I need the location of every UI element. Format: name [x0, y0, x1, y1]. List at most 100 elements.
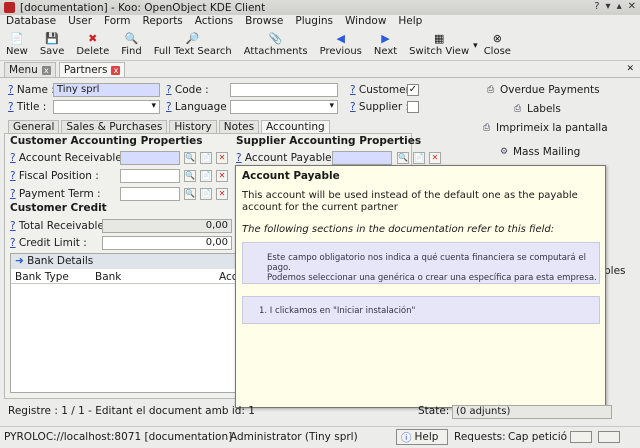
payment-term-input[interactable]	[120, 187, 180, 201]
search-icon[interactable]: 🔍	[397, 152, 409, 164]
language-select[interactable]	[230, 100, 338, 114]
help-link[interactable]: ?	[166, 84, 172, 96]
tab-partners[interactable]: Partners x	[58, 62, 126, 77]
code-input[interactable]	[230, 83, 338, 97]
mail-icon[interactable]	[570, 431, 592, 443]
delete-button[interactable]: ✖ Delete	[76, 29, 109, 58]
full-text-search-button[interactable]: 🔎 Full Text Search	[154, 29, 232, 58]
menu-actions[interactable]: Actions	[195, 15, 233, 29]
search-icon[interactable]: 🔍	[184, 152, 196, 164]
help-link[interactable]: ?	[10, 188, 16, 200]
previous-button[interactable]: ◀ Previous	[320, 29, 362, 58]
clear-icon[interactable]: ✕	[216, 170, 228, 182]
tab-menu[interactable]: Menu x	[4, 62, 56, 77]
attachments-button[interactable]: 📎 Attachments	[244, 29, 308, 58]
menu-reports[interactable]: Reports	[143, 15, 183, 29]
title-label: ? Title :	[8, 101, 47, 113]
menu-database[interactable]: Database	[6, 15, 56, 29]
payment-term-label: ? Payment Term :	[10, 188, 101, 200]
documentation-excerpt[interactable]: Este campo obligatorio nos indica a qué …	[242, 242, 600, 284]
tab-sales-purchases[interactable]: Sales & Purchases	[61, 120, 168, 134]
maximize-icon[interactable]: ▴	[617, 1, 622, 12]
search-icon[interactable]: 🔍	[184, 170, 196, 182]
help-window-icon[interactable]: ?	[594, 1, 599, 12]
help-button[interactable]: ⓘ Help	[396, 429, 448, 445]
new-request-icon[interactable]	[598, 431, 620, 443]
open-icon[interactable]: 📄	[200, 170, 212, 182]
app-icon	[4, 2, 15, 13]
name-input[interactable]: Tiny sprl	[53, 83, 160, 97]
customer-checkbox[interactable]: ✓	[407, 84, 419, 96]
help-link[interactable]: ?	[10, 237, 16, 249]
attachments-count: (0 adjunts)	[452, 405, 612, 419]
open-icon[interactable]: 📄	[413, 152, 425, 164]
expand-icon: ➜	[15, 255, 24, 267]
column-bank[interactable]: Bank	[95, 271, 121, 283]
new-button[interactable]: 📄 New	[6, 29, 28, 58]
documentation-step[interactable]: 1. I clickamos en "Iniciar instalación"	[242, 296, 600, 324]
mass-mailing-button[interactable]: ⚙ Mass Mailing	[500, 146, 580, 158]
credit-limit-input[interactable]: 0,00	[102, 236, 232, 250]
account-payable-label: ? Account Payable :	[236, 152, 339, 164]
menu-plugins[interactable]: Plugins	[295, 15, 333, 29]
arrow-left-icon: ◀	[336, 31, 345, 45]
fiscal-position-label: ? Fiscal Position :	[10, 170, 99, 182]
close-all-tabs-icon[interactable]: ✕	[626, 64, 634, 74]
close-button[interactable]: ⊗ Close	[484, 29, 511, 58]
clear-icon[interactable]: ✕	[429, 152, 441, 164]
current-user: Administrator (Tiny sprl)	[230, 431, 358, 443]
find-button[interactable]: 🔍 Find	[121, 29, 142, 58]
help-link[interactable]: ?	[10, 152, 16, 164]
tab-general[interactable]: General	[8, 120, 60, 134]
menu-user[interactable]: User	[68, 15, 92, 29]
field-help-tooltip: Account Payable This account will be use…	[235, 165, 606, 408]
labels-button[interactable]: ⎙ Labels	[514, 103, 561, 115]
help-link[interactable]: ?	[350, 101, 356, 113]
supplier-checkbox[interactable]	[407, 101, 419, 113]
fiscal-position-input[interactable]	[120, 169, 180, 183]
close-tab-icon[interactable]: x	[41, 65, 51, 75]
menu-browse[interactable]: Browse	[245, 15, 283, 29]
title-select[interactable]	[53, 100, 160, 114]
help-link[interactable]: ?	[10, 220, 16, 232]
account-receivable-input[interactable]	[120, 151, 180, 165]
tab-accounting[interactable]: Accounting	[261, 120, 330, 134]
minimize-icon[interactable]: ▾	[606, 1, 611, 12]
help-link[interactable]: ?	[236, 152, 242, 164]
state-label: State:	[418, 405, 450, 417]
help-link[interactable]: ?	[10, 170, 16, 182]
requests-label: Requests:	[454, 431, 506, 443]
print-screen-button[interactable]: ⎙ Imprimeix la pantalla	[483, 122, 608, 134]
save-button[interactable]: 💾 Save	[40, 29, 65, 58]
open-icon[interactable]: 📄	[200, 152, 212, 164]
help-link[interactable]: ?	[350, 84, 356, 96]
switch-view-button[interactable]: ▦ Switch View	[409, 29, 469, 58]
column-bank-type[interactable]: Bank Type	[15, 271, 69, 283]
help-link[interactable]: ?	[166, 101, 172, 113]
record-status: Registre : 1 / 1 - Editant el document a…	[8, 405, 255, 417]
clear-icon[interactable]: ✕	[216, 188, 228, 200]
new-document-icon: 📄	[10, 31, 24, 45]
menu-help[interactable]: Help	[398, 15, 422, 29]
tab-notes[interactable]: Notes	[218, 120, 260, 134]
tab-history[interactable]: History	[169, 120, 217, 134]
next-button[interactable]: ▶ Next	[374, 29, 397, 58]
credit-limit-label: ? Credit Limit :	[10, 237, 87, 249]
close-window-icon[interactable]: ✕	[628, 1, 636, 12]
menu-window[interactable]: Window	[345, 15, 386, 29]
menu-form[interactable]: Form	[104, 15, 130, 29]
clear-icon[interactable]: ✕	[216, 152, 228, 164]
print-icon: ⎙	[483, 123, 491, 133]
tooltip-reference: The following sections in the documentat…	[242, 224, 555, 235]
help-link[interactable]: ?	[8, 101, 14, 113]
close-tab-icon[interactable]: x	[111, 65, 121, 75]
search-icon[interactable]: 🔍	[184, 188, 196, 200]
switch-view-dropdown-icon[interactable]: ▾	[473, 41, 478, 51]
overdue-payments-button[interactable]: ⎙ Overdue Payments	[487, 84, 600, 96]
customer-credit-heading: Customer Credit	[10, 202, 107, 214]
account-payable-input[interactable]	[332, 151, 392, 165]
form-tabs: General Sales & Purchases History Notes …	[8, 120, 330, 134]
open-icon[interactable]: 📄	[200, 188, 212, 200]
state-area: State: (0 adjunts)	[418, 405, 630, 419]
help-link[interactable]: ?	[8, 84, 14, 96]
